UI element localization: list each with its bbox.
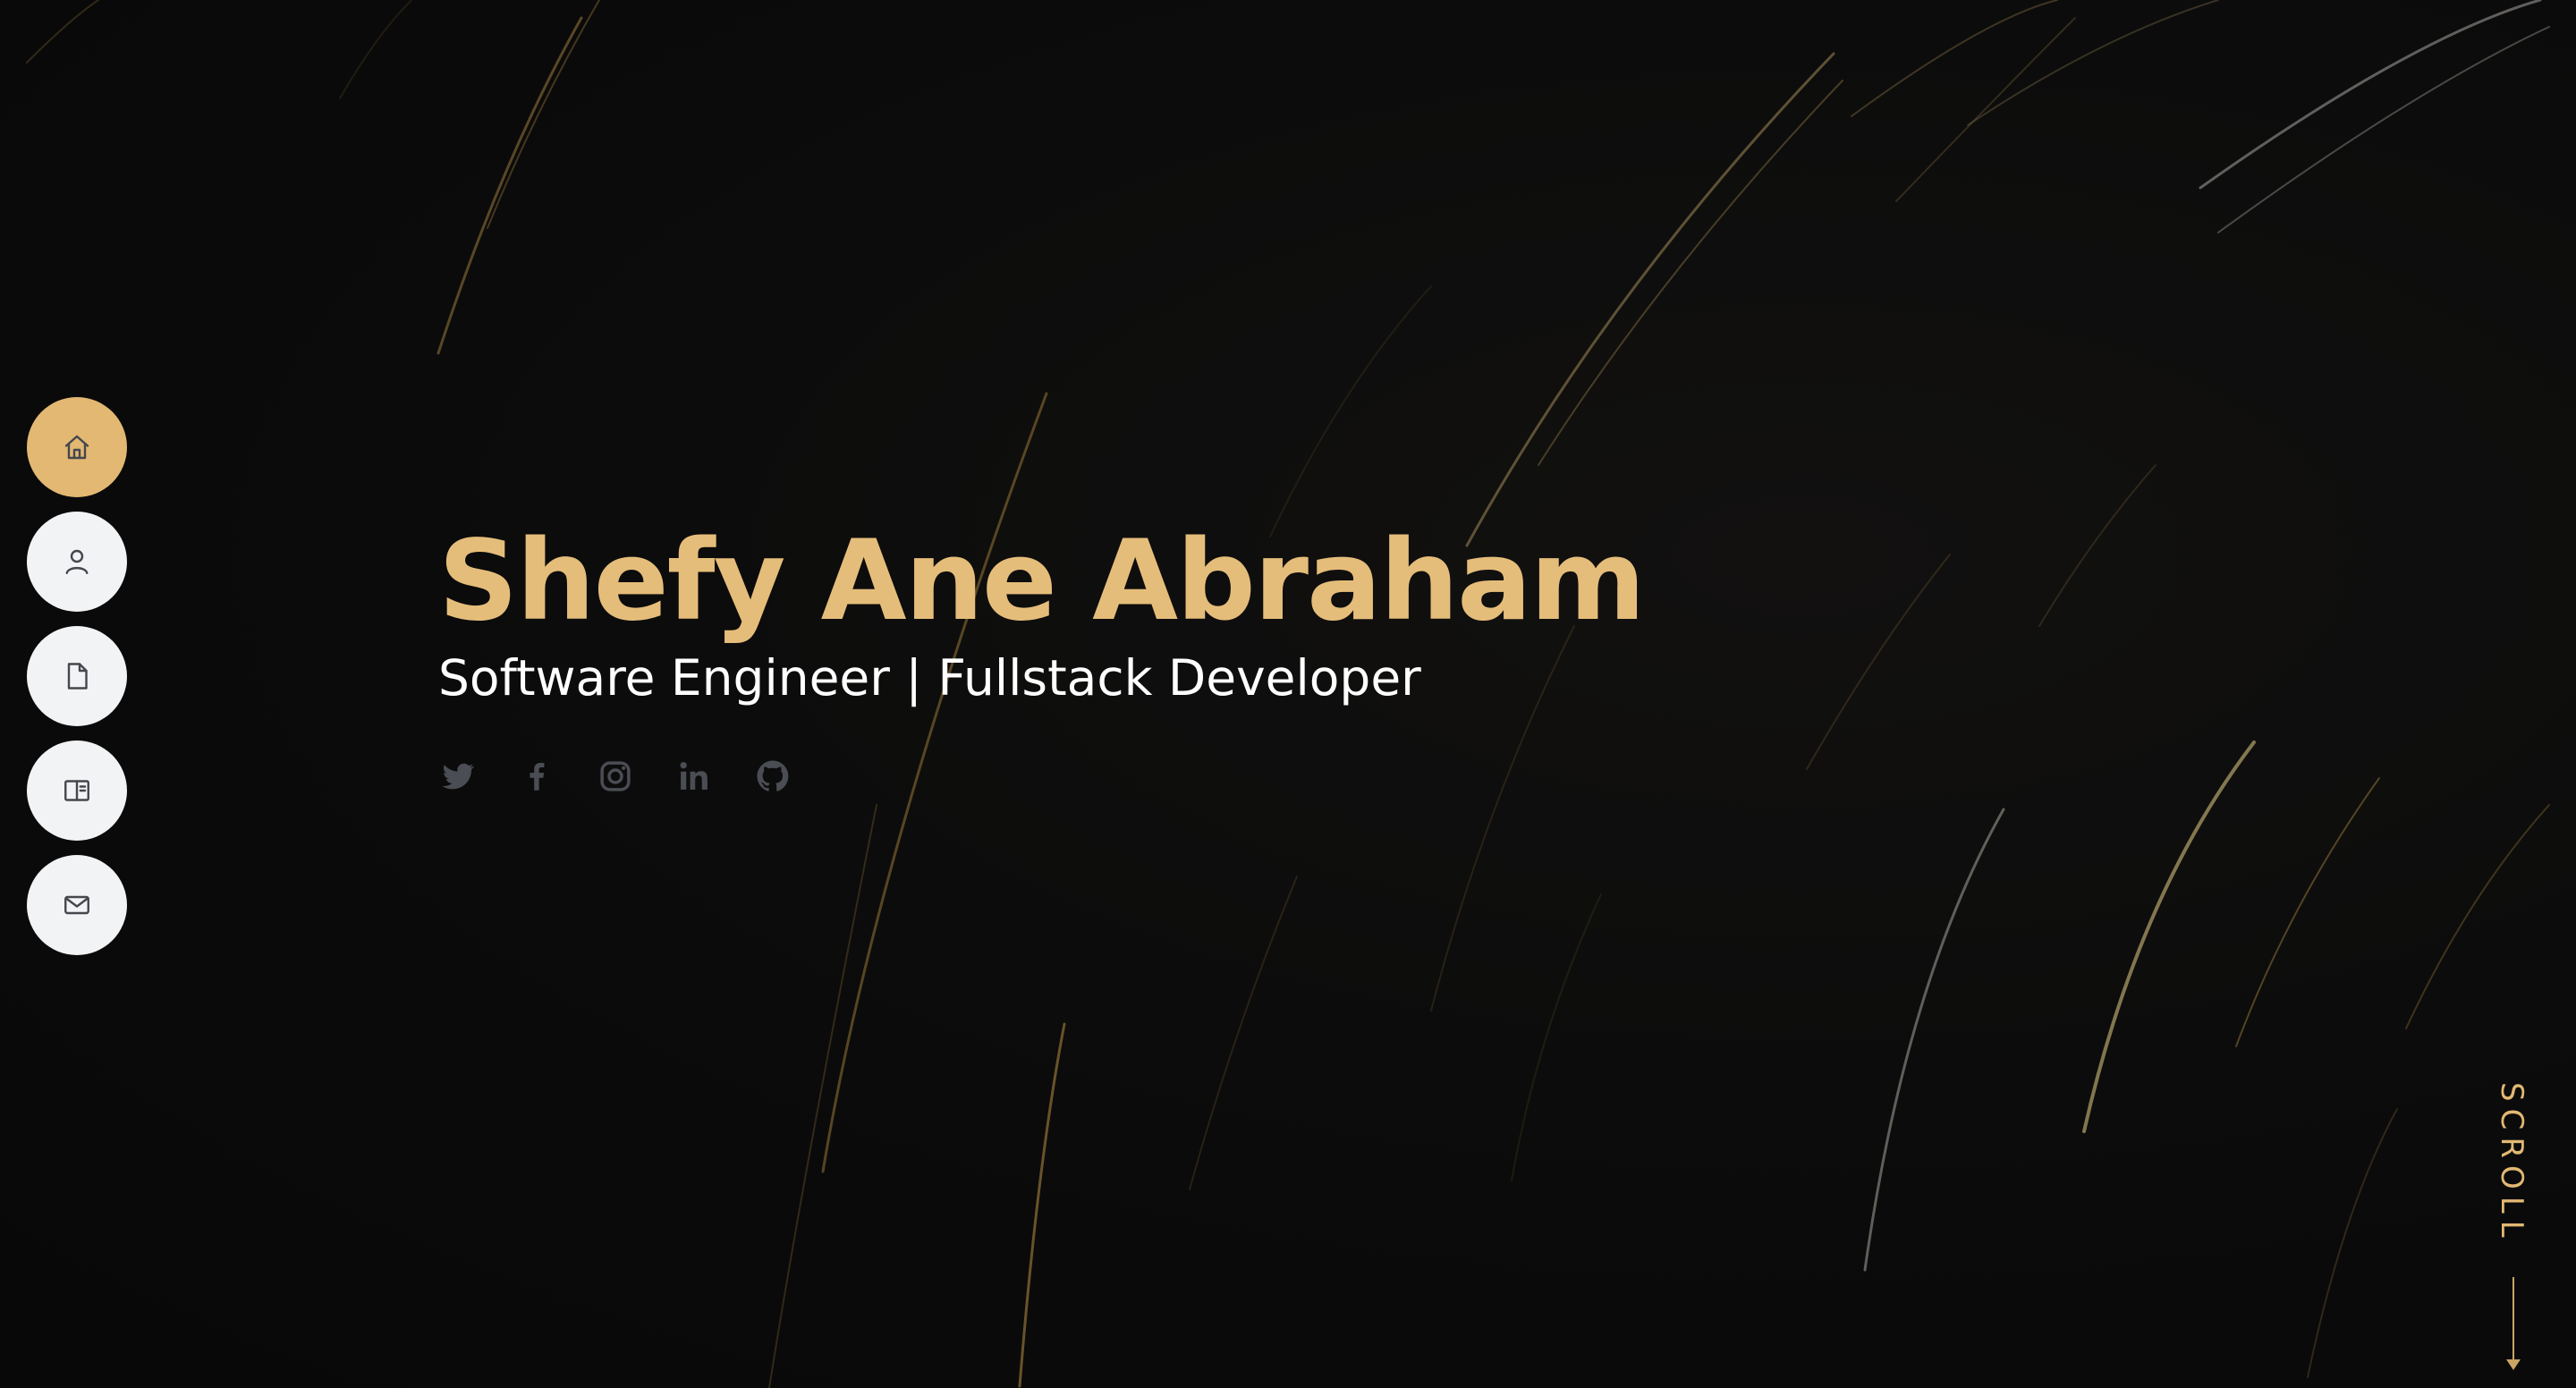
instagram-link[interactable] <box>596 757 635 796</box>
nav-contact-button[interactable] <box>27 855 127 955</box>
hero-role: Software Engineer | Fullstack Developer <box>438 649 1421 707</box>
instagram-icon <box>600 761 631 791</box>
social-links <box>438 757 1644 796</box>
nav-about-button[interactable] <box>27 512 127 612</box>
hero-name: Shefy Ane Abraham <box>438 517 1646 646</box>
scroll-label: SCROLL <box>2494 1082 2529 1245</box>
facebook-link[interactable] <box>517 757 556 796</box>
twitter-link[interactable] <box>438 757 478 796</box>
side-navigation <box>27 397 127 955</box>
page: Shefy Ane Abraham Software Engineer | Fu… <box>0 0 2576 1388</box>
scroll-indicator[interactable]: SCROLL <box>2483 1082 2546 1377</box>
book-icon <box>64 780 89 801</box>
nav-resume-button[interactable] <box>27 626 127 726</box>
home-icon <box>64 435 89 460</box>
mail-icon <box>64 895 89 915</box>
document-icon <box>67 663 88 690</box>
github-icon <box>757 760 789 791</box>
linkedin-icon <box>680 762 708 790</box>
user-icon <box>65 549 89 574</box>
linkedin-link[interactable] <box>674 757 714 796</box>
scroll-line <box>2512 1277 2514 1367</box>
github-link[interactable] <box>753 757 792 796</box>
facebook-icon <box>530 762 545 791</box>
arrow-down-icon <box>2506 1359 2521 1370</box>
nav-portfolio-button[interactable] <box>27 741 127 841</box>
nav-home-button[interactable] <box>27 397 127 497</box>
twitter-icon <box>442 763 475 790</box>
hero-section: Shefy Ane Abraham Software Engineer | Fu… <box>438 517 1646 796</box>
